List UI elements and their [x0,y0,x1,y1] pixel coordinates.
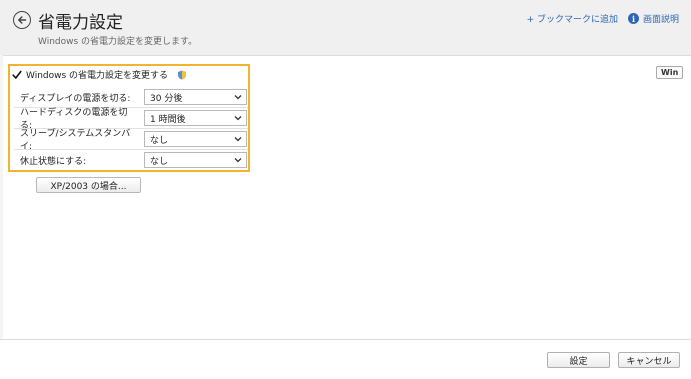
hibernate-row: 休止状態にする: なし [14,151,248,169]
chevron-down-icon [234,158,242,163]
page-header: 省電力設定 Windows の省電力設定を変更します。 + ブックマークに追加 … [0,0,691,56]
disk-off-row: ハードディスクの電源を切る: 1 時間後 [14,108,248,131]
xp-2003-button[interactable]: XP/2003 の場合... [36,177,141,193]
os-badge: Win [656,66,684,79]
checkmark-icon [12,70,22,79]
display-off-row: ディスプレイの電源を切る: 30 分後 [14,88,248,106]
disk-off-select[interactable]: 1 時間後 [144,110,247,126]
add-bookmark-link[interactable]: + ブックマークに追加 [527,12,618,25]
hibernate-select[interactable]: なし [144,152,247,168]
chevron-down-icon [234,95,242,100]
footer-divider [0,339,691,340]
header-links: + ブックマークに追加 i 画面説明 [527,12,679,25]
enable-power-settings-label: Windows の省電力設定を変更する [26,71,169,81]
page-title: 省電力設定 [38,13,123,33]
ok-button[interactable]: 設定 [547,352,610,368]
hibernate-value: なし [150,156,169,167]
display-off-select[interactable]: 30 分後 [144,89,247,105]
page-subtitle: Windows の省電力設定を変更します。 [38,37,198,47]
standby-select[interactable]: なし [144,131,247,147]
enable-power-settings-checkbox[interactable] [12,70,22,80]
cancel-button[interactable]: キャンセル [618,352,680,368]
back-arrow-icon [18,16,27,24]
back-button[interactable] [13,11,31,29]
left-edge [0,55,3,339]
enable-power-settings-row[interactable]: Windows の省電力設定を変更する [12,68,187,81]
display-off-label: ディスプレイの電源を切る: [20,93,131,104]
chevron-down-icon [234,116,242,121]
hibernate-label: 休止状態にする: [20,156,87,167]
shield-icon [178,70,187,79]
help-link-label: 画面説明 [642,15,679,25]
info-icon: i [627,13,639,24]
row-divider [14,149,248,150]
help-link[interactable]: i 画面説明 [627,12,679,25]
display-off-value: 30 分後 [150,93,183,104]
standby-row: スリープ/システムスタンバイ: なし [14,129,248,152]
chevron-down-icon [234,137,242,142]
standby-value: なし [150,135,169,146]
disk-off-value: 1 時間後 [150,114,186,125]
